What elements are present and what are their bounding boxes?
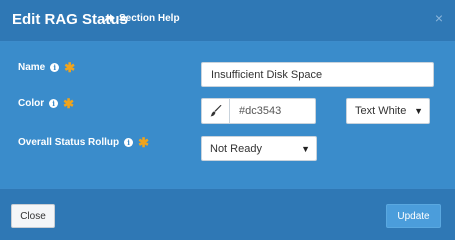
- chevron-down-icon: ▼: [301, 143, 310, 154]
- required-icon: ✱: [64, 59, 76, 75]
- rollup-field-label: Overall Status Rollup: [18, 137, 120, 148]
- chevron-down-icon: ▼: [414, 106, 423, 116]
- rollup-selected-value: Not Ready: [210, 142, 262, 155]
- color-picker-button[interactable]: [201, 98, 230, 124]
- info-icon[interactable]: i: [50, 63, 60, 72]
- info-icon[interactable]: i: [49, 99, 59, 108]
- dialog-footer: Close Update: [0, 188, 455, 240]
- close-icon[interactable]: ×: [435, 10, 443, 26]
- name-input[interactable]: Insufficient Disk Space: [201, 62, 434, 87]
- text-color-selected-value: Text White: [355, 105, 407, 117]
- section-help-link[interactable]: Section Help: [104, 13, 180, 24]
- name-field-label-group: Name i ✱: [18, 59, 76, 75]
- update-button[interactable]: Update: [386, 204, 441, 228]
- name-field-label: Name: [18, 62, 46, 73]
- color-field-label: Color: [18, 98, 45, 109]
- rollup-select[interactable]: Not Ready ▼: [201, 136, 317, 161]
- color-field-label-group: Color i ✱: [18, 95, 75, 111]
- text-color-select[interactable]: Text White ▼: [346, 98, 430, 124]
- required-icon: ✱: [63, 95, 75, 111]
- dialog-header: Edit RAG Status Section Help ×: [0, 0, 455, 42]
- section-help-label: Section Help: [119, 13, 180, 24]
- dialog-body: Name i ✱ Insufficient Disk Space Color i…: [0, 42, 455, 188]
- rollup-field-label-group: Overall Status Rollup i ✱: [18, 134, 150, 150]
- color-hex-input[interactable]: #dc3543: [229, 98, 316, 124]
- paintbrush-icon: [210, 105, 222, 117]
- close-button[interactable]: Close: [11, 204, 55, 228]
- share-arrow-icon: [104, 13, 115, 23]
- info-icon[interactable]: i: [124, 138, 134, 147]
- required-icon: ✱: [138, 134, 150, 150]
